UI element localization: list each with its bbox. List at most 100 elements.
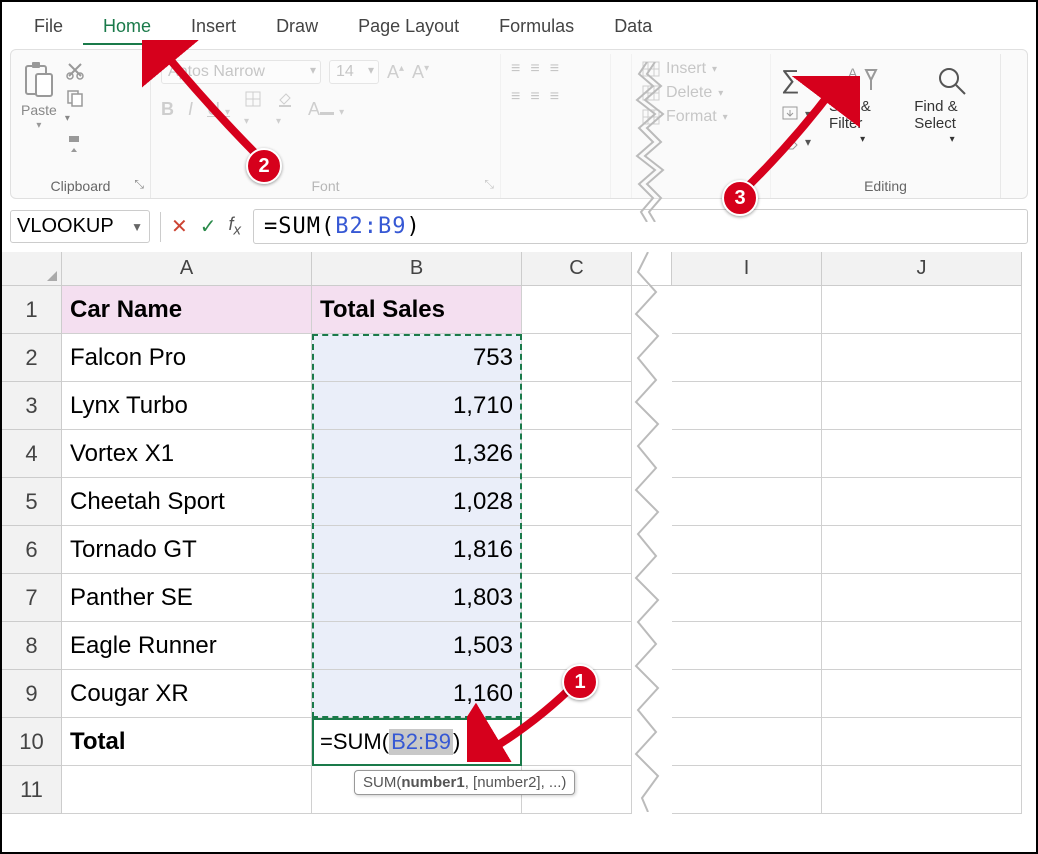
- cell-b10[interactable]: =SUM(B2:B9) SUM(number1, [number2], ...): [312, 718, 522, 766]
- cell-b5[interactable]: 1,028: [312, 478, 522, 526]
- fill-button[interactable]: ▾: [781, 105, 811, 123]
- cell-b9[interactable]: 1,160: [312, 670, 522, 718]
- italic-button[interactable]: I: [188, 99, 193, 120]
- row-header-5[interactable]: 5: [2, 478, 62, 526]
- align-right-icon[interactable]: ≡: [550, 88, 559, 106]
- cell-c1[interactable]: [522, 286, 632, 334]
- paste-button[interactable]: Paste ▾: [21, 60, 57, 131]
- align-center-icon[interactable]: ≡: [530, 88, 539, 106]
- column-header-a[interactable]: A: [62, 252, 312, 286]
- cell-i4[interactable]: [672, 430, 822, 478]
- column-header-j[interactable]: J: [822, 252, 1022, 286]
- delete-cells-button[interactable]: Delete ▾: [642, 84, 760, 102]
- row-header-2[interactable]: 2: [2, 334, 62, 382]
- cell-c5[interactable]: [522, 478, 632, 526]
- align-top-icon[interactable]: ≡: [511, 60, 520, 78]
- cell-j2[interactable]: [822, 334, 1022, 382]
- cell-c2[interactable]: [522, 334, 632, 382]
- cell-j8[interactable]: [822, 622, 1022, 670]
- select-all-corner[interactable]: [2, 252, 62, 286]
- font-name-dropdown[interactable]: Aptos Narrow: [161, 60, 321, 84]
- menu-insert[interactable]: Insert: [171, 10, 256, 45]
- cell-a4[interactable]: Vortex X1: [62, 430, 312, 478]
- cell-c8[interactable]: [522, 622, 632, 670]
- bold-button[interactable]: B: [161, 99, 174, 120]
- cell-a5[interactable]: Cheetah Sport: [62, 478, 312, 526]
- align-middle-icon[interactable]: ≡: [530, 60, 539, 78]
- cell-j1[interactable]: [822, 286, 1022, 334]
- cell-i2[interactable]: [672, 334, 822, 382]
- cell-c6[interactable]: [522, 526, 632, 574]
- cell-a9[interactable]: Cougar XR: [62, 670, 312, 718]
- cell-c3[interactable]: [522, 382, 632, 430]
- cell-b1[interactable]: Total Sales: [312, 286, 522, 334]
- menu-draw[interactable]: Draw: [256, 10, 338, 45]
- insert-cells-button[interactable]: Insert ▾: [642, 60, 760, 78]
- menu-page-layout[interactable]: Page Layout: [338, 10, 479, 45]
- cell-i6[interactable]: [672, 526, 822, 574]
- cell-i1[interactable]: [672, 286, 822, 334]
- cell-i9[interactable]: [672, 670, 822, 718]
- cell-j6[interactable]: [822, 526, 1022, 574]
- font-dialog-launcher-icon[interactable]: ⤡: [484, 177, 494, 192]
- cell-b7[interactable]: 1,803: [312, 574, 522, 622]
- cell-b8[interactable]: 1,503: [312, 622, 522, 670]
- row-header-10[interactable]: 10: [2, 718, 62, 766]
- underline-button[interactable]: U ▾: [207, 99, 230, 120]
- font-color-icon[interactable]: A ▾: [308, 99, 344, 120]
- cancel-formula-icon[interactable]: ✕: [171, 214, 188, 239]
- cell-c7[interactable]: [522, 574, 632, 622]
- format-painter-icon[interactable]: [65, 134, 85, 154]
- cell-j11[interactable]: [822, 766, 1022, 814]
- cell-j4[interactable]: [822, 430, 1022, 478]
- cell-j3[interactable]: [822, 382, 1022, 430]
- row-header-3[interactable]: 3: [2, 382, 62, 430]
- enter-formula-icon[interactable]: ✓: [200, 214, 217, 239]
- chevron-down-icon[interactable]: ▼: [131, 220, 143, 234]
- name-box[interactable]: VLOOKUP▼: [10, 210, 150, 243]
- cell-c4[interactable]: [522, 430, 632, 478]
- cell-a1[interactable]: Car Name: [62, 286, 312, 334]
- insert-function-icon[interactable]: fx: [229, 214, 242, 239]
- clear-button[interactable]: ▾: [781, 133, 811, 151]
- cell-j7[interactable]: [822, 574, 1022, 622]
- row-header-1[interactable]: 1: [2, 286, 62, 334]
- copy-icon[interactable]: ▾: [65, 88, 85, 126]
- cell-i8[interactable]: [672, 622, 822, 670]
- fill-color-icon[interactable]: ▾: [276, 90, 294, 129]
- font-size-dropdown[interactable]: 14: [329, 60, 379, 84]
- cell-b6[interactable]: 1,816: [312, 526, 522, 574]
- cell-b4[interactable]: 1,326: [312, 430, 522, 478]
- cell-i3[interactable]: [672, 382, 822, 430]
- column-header-i[interactable]: I: [672, 252, 822, 286]
- cell-a6[interactable]: Tornado GT: [62, 526, 312, 574]
- menu-formulas[interactable]: Formulas: [479, 10, 594, 45]
- cell-j10[interactable]: [822, 718, 1022, 766]
- cell-a3[interactable]: Lynx Turbo: [62, 382, 312, 430]
- cell-a8[interactable]: Eagle Runner: [62, 622, 312, 670]
- cell-j9[interactable]: [822, 670, 1022, 718]
- cell-c10[interactable]: [522, 718, 632, 766]
- formula-input[interactable]: =SUM(B2:B9): [253, 209, 1028, 244]
- cell-i5[interactable]: [672, 478, 822, 526]
- row-header-6[interactable]: 6: [2, 526, 62, 574]
- autosum-button[interactable]: ∑ ▾: [781, 64, 810, 95]
- borders-icon[interactable]: ▾: [244, 90, 262, 129]
- decrease-font-icon[interactable]: A▾: [412, 62, 429, 83]
- row-header-8[interactable]: 8: [2, 622, 62, 670]
- row-header-11[interactable]: 11: [2, 766, 62, 814]
- column-header-c[interactable]: C: [522, 252, 632, 286]
- sort-filter-button[interactable]: AZ Sort & Filter▾: [829, 64, 896, 145]
- column-header-b[interactable]: B: [312, 252, 522, 286]
- row-header-7[interactable]: 7: [2, 574, 62, 622]
- menu-data[interactable]: Data: [594, 10, 672, 45]
- cell-j5[interactable]: [822, 478, 1022, 526]
- cell-b3[interactable]: 1,710: [312, 382, 522, 430]
- menu-file[interactable]: File: [14, 10, 83, 45]
- align-left-icon[interactable]: ≡: [511, 88, 520, 106]
- cell-a10[interactable]: Total: [62, 718, 312, 766]
- align-bottom-icon[interactable]: ≡: [550, 60, 559, 78]
- row-header-9[interactable]: 9: [2, 670, 62, 718]
- cell-i11[interactable]: [672, 766, 822, 814]
- cell-a11[interactable]: [62, 766, 312, 814]
